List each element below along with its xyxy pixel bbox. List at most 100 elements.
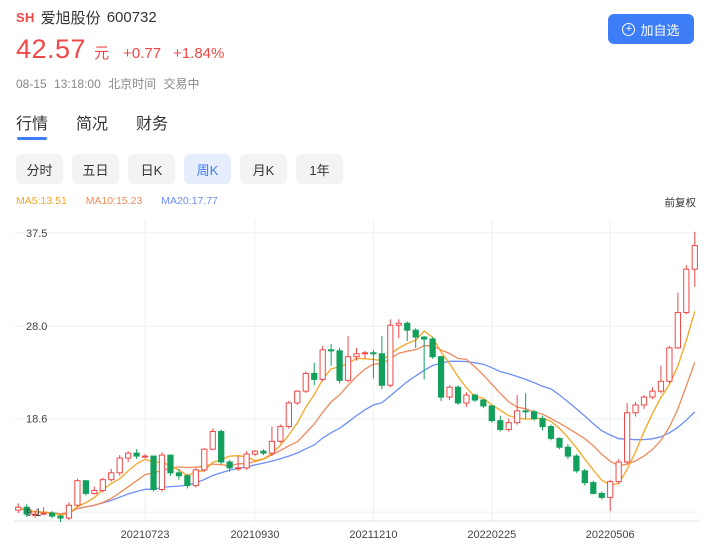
y-tick-label: 9.1 xyxy=(26,507,41,519)
candle-body-up xyxy=(387,324,394,386)
candle-body-up xyxy=(192,469,199,487)
quote-time: 13:18:00 xyxy=(54,77,101,91)
price-change: +0.77 xyxy=(123,45,162,62)
candle-body-up xyxy=(683,268,690,313)
candle-body-up xyxy=(15,506,22,511)
adjustment-toggle[interactable]: 前复权 xyxy=(665,195,697,210)
candle-body-down xyxy=(530,411,538,420)
timezone-label: 北京时间 xyxy=(108,77,157,91)
candle-body-up xyxy=(446,386,453,398)
candle-body-down xyxy=(598,492,605,498)
candle-body-up xyxy=(201,448,208,471)
ma20-legend: MA20:17.77 xyxy=(161,195,218,207)
candle-body-down xyxy=(226,461,233,469)
price-line: 42.57 元 +0.77 +1.84% xyxy=(16,34,236,68)
stock-name: 爱旭股份 xyxy=(40,9,101,27)
x-tick-label: 20210723 xyxy=(121,529,170,541)
candle-body-down xyxy=(547,426,555,439)
candle-body-up xyxy=(353,353,360,358)
candle-body-down xyxy=(480,399,487,407)
period-intraday-button[interactable]: 分时 xyxy=(16,154,63,184)
tab-finance[interactable]: 财务 xyxy=(136,110,168,140)
candle-body-down xyxy=(370,352,377,355)
tab-quote[interactable]: 行情 xyxy=(16,110,48,140)
kline-chart-svg[interactable]: 37.5 28.0 18.6 9.1 20210723 20210930 20211210 2… xyxy=(0,216,707,548)
candle-body-down xyxy=(57,515,64,519)
candle-body-up xyxy=(277,426,284,442)
add-to-watchlist-button[interactable]: + 加自选 xyxy=(608,14,694,44)
candle-body-up xyxy=(158,454,166,491)
currency-unit: 元 xyxy=(94,45,110,62)
kline-chart[interactable]: 37.5 28.0 18.6 9.1 20210723 20210930 20211210 2… xyxy=(0,216,707,548)
period-five-day-button[interactable]: 五日 xyxy=(72,154,119,184)
x-tick-label: 20220506 xyxy=(586,529,635,541)
candle-body-up xyxy=(108,472,115,481)
candle-body-down xyxy=(311,372,318,380)
trading-status: 交易中 xyxy=(163,77,200,91)
candle-body-up xyxy=(302,372,309,392)
candle-body-down xyxy=(454,386,462,404)
candle-body-down xyxy=(497,420,504,431)
candle-body-up xyxy=(623,412,631,463)
x-tick-label: 20211210 xyxy=(349,529,397,541)
trading-status-line: 08-15 13:18:00 北京时间 交易中 xyxy=(16,75,203,92)
candle-body-down xyxy=(218,430,225,463)
candle-body-down xyxy=(133,452,140,457)
period-daily-k-button[interactable]: 日K xyxy=(128,154,175,184)
candle-body-up xyxy=(666,347,673,382)
candle-body-up xyxy=(91,490,98,494)
y-tick-label: 18.6 xyxy=(26,414,47,426)
candle-body-down xyxy=(564,446,572,457)
price-change-percent: +1.84% xyxy=(173,45,225,62)
candle-body-down xyxy=(150,455,157,491)
candle-body-up xyxy=(294,390,301,404)
candle-body-up xyxy=(607,481,614,498)
candle-body-down xyxy=(590,482,597,494)
y-tick-label: 37.5 xyxy=(26,228,47,240)
stock-identity: SH 爱旭股份 600732 xyxy=(16,7,157,27)
candle-body-up xyxy=(74,480,81,506)
candle-body-up xyxy=(268,440,276,454)
candle-body-up xyxy=(285,402,292,428)
candle-body-down xyxy=(184,475,191,487)
market-badge: SH xyxy=(16,9,35,25)
candle-body-up xyxy=(640,396,648,406)
x-tick-label: 20220225 xyxy=(467,529,516,541)
candle-body-up xyxy=(505,422,512,431)
candle-body-up xyxy=(40,512,47,515)
candle-body-down xyxy=(328,349,335,352)
candle-body-down xyxy=(412,329,419,338)
candle-body-up xyxy=(209,430,216,450)
candle-body-up xyxy=(395,322,402,326)
candle-body-up xyxy=(65,504,73,519)
candle-body-down xyxy=(581,470,588,484)
watch-button-label: 加自选 xyxy=(640,22,680,38)
candle-body-up xyxy=(141,455,149,458)
candle-body-up xyxy=(243,453,250,469)
candle-body-down xyxy=(378,353,385,386)
candle-body-down xyxy=(175,472,183,477)
candle-body-down xyxy=(488,405,495,422)
candle-body-up xyxy=(514,410,521,424)
candle-body-up xyxy=(319,349,326,380)
candle-body-up xyxy=(344,356,352,381)
candle-body-down xyxy=(48,512,56,517)
candle-body-down xyxy=(556,437,563,448)
candle-body-down xyxy=(404,322,411,331)
period-one-year-button[interactable]: 1年 xyxy=(296,154,343,184)
period-monthly-k-button[interactable]: 月K xyxy=(240,154,287,184)
candle-body-up xyxy=(116,457,123,474)
candle-body-down xyxy=(82,480,90,494)
candle-body-up xyxy=(691,245,698,270)
candle-body-down xyxy=(429,338,436,358)
plus-circle-icon: + xyxy=(622,22,636,36)
ma5-legend: MA5:13.51 xyxy=(16,195,67,207)
period-weekly-k-button[interactable]: 周K xyxy=(184,154,231,184)
candle-body-up xyxy=(234,467,242,470)
candle-body-up xyxy=(99,479,106,492)
candle-body-down xyxy=(167,454,174,474)
x-tick-label: 20210930 xyxy=(231,529,280,541)
section-tabs: 行情 简况 财务 xyxy=(16,110,196,142)
candle-body-up xyxy=(361,352,369,355)
tab-profile[interactable]: 简况 xyxy=(76,110,108,140)
